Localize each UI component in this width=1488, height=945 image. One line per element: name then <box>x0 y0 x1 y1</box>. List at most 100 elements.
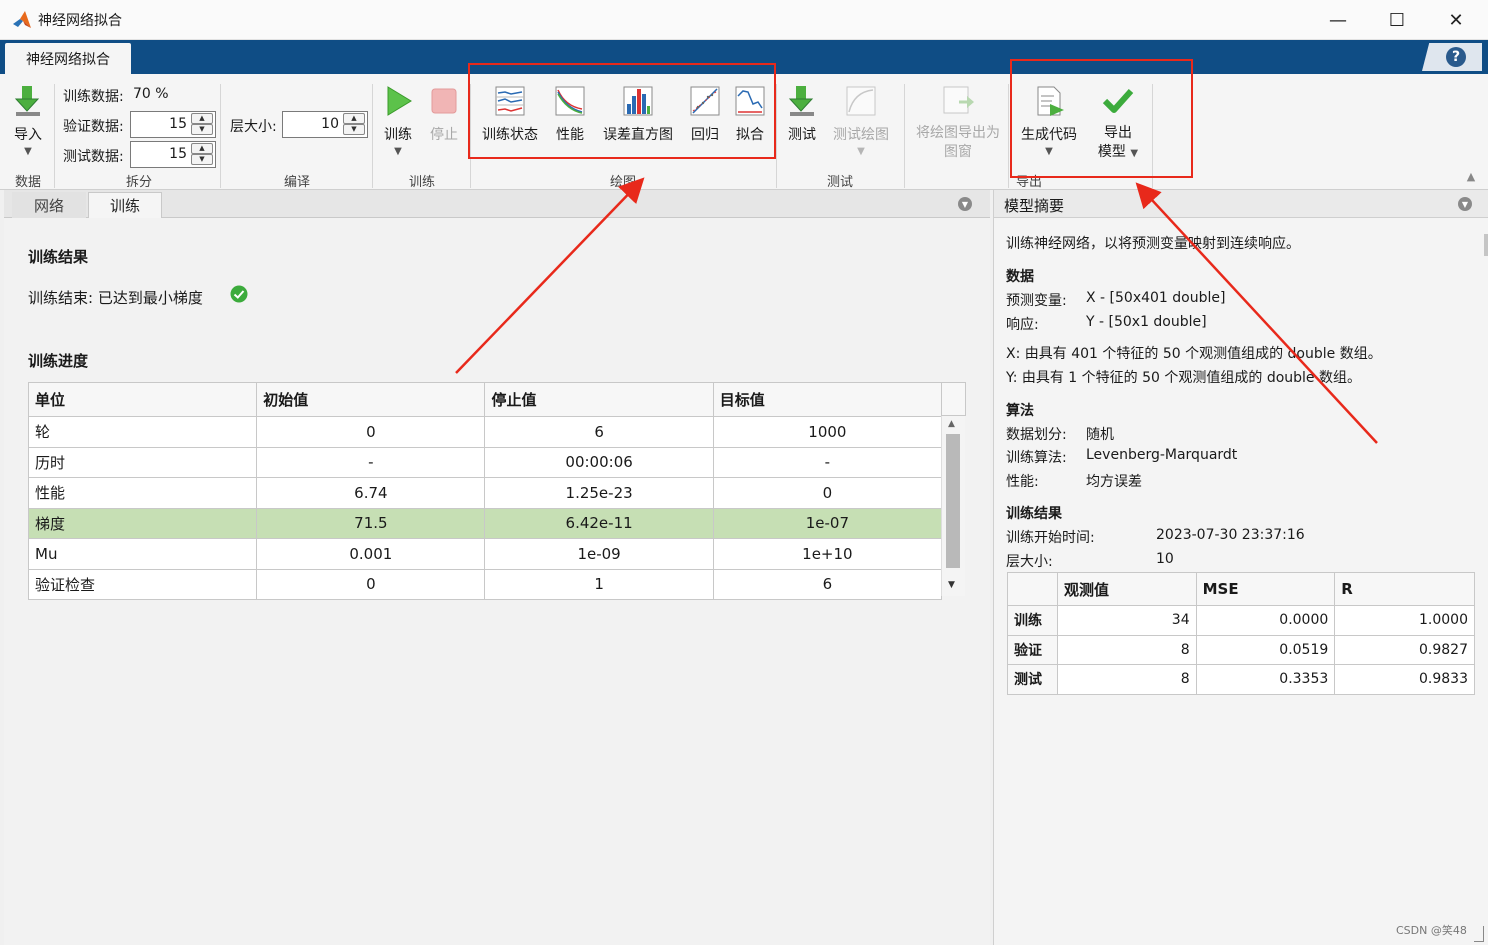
test-label: 测试 <box>788 127 816 143</box>
train-button[interactable]: 训练 ▼ <box>381 84 415 157</box>
divider <box>54 84 55 188</box>
test-plot-label: 测试绘图 <box>833 127 889 143</box>
table-cell: 轮 <box>27 416 258 448</box>
table-header-filler <box>942 382 966 416</box>
column-header: 初始值 <box>256 382 486 417</box>
row-header: 训练 <box>1007 605 1058 636</box>
divider <box>904 84 905 188</box>
row-header: 验证 <box>1007 634 1058 665</box>
predictor-value: X - [50x401 double] <box>1086 290 1226 306</box>
table-cell: 验证检查 <box>27 568 258 600</box>
resize-grip-icon[interactable] <box>1474 926 1484 942</box>
results-section-title: 训练结果 <box>1006 506 1062 522</box>
table-cell: 0 <box>256 568 486 600</box>
group-label-data: 数据 <box>14 175 41 190</box>
layer-size-label: 层大小: <box>230 119 277 135</box>
column-header: R <box>1334 572 1475 606</box>
stop-button[interactable]: 停止 <box>428 84 460 144</box>
table-row: 训练 34 0.0000 1.0000 <box>1007 605 1475 636</box>
title-bar: 神经网络拟合 — ☐ ✕ <box>0 0 1488 40</box>
layer-size-label: 层大小: <box>1006 554 1053 570</box>
table-cell: 1000 <box>712 416 943 448</box>
layer-size-value: 10 <box>321 116 339 132</box>
train-label: 训练 <box>384 127 412 143</box>
test-data-label: 测试数据: <box>63 149 124 165</box>
scroll-down-icon[interactable]: ▼ <box>948 580 955 590</box>
group-label-train: 训练 <box>408 175 435 190</box>
tab-network[interactable]: 网络 <box>12 192 86 218</box>
training-progress-table: 单位 初始值 停止值 目标值 轮 0 6 1000 历时 - 00:00:06 … <box>27 382 943 600</box>
stop-label: 停止 <box>430 127 458 143</box>
export-plot-to-figure-button[interactable]: 将绘图导出为 图窗 <box>912 84 1004 161</box>
panel-menu-icon[interactable]: ▼ <box>958 197 972 211</box>
divider <box>372 84 373 188</box>
table-cell: 0 <box>256 416 486 448</box>
table-cell: - <box>256 446 486 478</box>
layer-size-stepper[interactable]: 10 ▲ ▼ <box>282 111 368 138</box>
table-cell: 性能 <box>27 477 258 509</box>
layer-size-value: 10 <box>1156 551 1174 567</box>
panel-header: 模型摘要 ▼ <box>994 190 1488 218</box>
import-button[interactable]: 导入 ▼ <box>10 84 46 157</box>
table-cell: 0.3353 <box>1195 664 1336 695</box>
success-check-icon <box>230 285 248 303</box>
window-title: 神经网络拟合 <box>38 13 122 29</box>
table-cell: 0 <box>712 477 943 509</box>
spin-down-icon[interactable]: ▼ <box>191 124 213 135</box>
performance-label: 性能: <box>1006 474 1039 490</box>
performance-value: 均方误差 <box>1086 474 1142 490</box>
training-results-title: 训练结果 <box>28 248 89 266</box>
group-label-compile: 编译 <box>283 175 310 190</box>
table-row: Mu 0.001 1e-09 1e+10 <box>27 538 943 570</box>
table-cell: 6.74 <box>256 477 486 509</box>
spin-down-icon[interactable]: ▼ <box>343 124 365 135</box>
table-cell: 6 <box>712 568 943 600</box>
algorithm-section-title: 算法 <box>1006 403 1034 419</box>
column-header: 目标值 <box>712 382 943 417</box>
spin-up-icon[interactable]: ▲ <box>343 113 365 124</box>
collapse-ribbon-icon[interactable]: ▲ <box>1464 170 1478 184</box>
tab-training[interactable]: 训练 <box>88 192 162 218</box>
validation-data-stepper[interactable]: 15 ▲ ▼ <box>130 111 216 138</box>
tab-neural-network-fitting[interactable]: 神经网络拟合 <box>5 43 131 74</box>
column-header: 停止值 <box>484 382 714 417</box>
training-algorithm-label: 训练算法: <box>1006 450 1067 466</box>
x-description: X: 由具有 401 个特征的 50 个观测值组成的 double 数组。 <box>1006 346 1382 362</box>
table-scrollbar[interactable]: ▲ ▼ <box>941 416 965 596</box>
scroll-thumb[interactable] <box>946 434 960 568</box>
table-cell: 梯度 <box>27 507 258 539</box>
model-summary-panel: 模型摘要 ▼ 训练神经网络，以将预测变量映射到连续响应。 数据 预测变量: X … <box>993 190 1488 945</box>
spin-up-icon[interactable]: ▲ <box>191 143 213 154</box>
test-data-value: 15 <box>169 146 187 162</box>
table-cell: 1.0000 <box>1334 605 1475 636</box>
test-plot-button[interactable]: 测试绘图 ▼ <box>830 84 892 157</box>
validation-data-label: 验证数据: <box>63 119 124 135</box>
summary-intro: 训练神经网络，以将预测变量映射到连续响应。 <box>1006 236 1300 252</box>
summary-table: 观测值 MSE R 训练 34 0.0000 1.0000 验证 8 0.051… <box>1007 572 1475 695</box>
train-data-value: 70 % <box>133 86 169 102</box>
training-results-text: 训练结束: 已达到最小梯度 <box>28 289 203 307</box>
model-summary-title: 模型摘要 <box>1004 197 1065 215</box>
minimize-button[interactable]: — <box>1308 0 1368 40</box>
division-value: 随机 <box>1086 427 1114 443</box>
test-button[interactable]: 测试 <box>786 84 818 144</box>
y-description: Y: 由具有 1 个特征的 50 个观测值组成的 double 数组。 <box>1006 370 1361 386</box>
spin-up-icon[interactable]: ▲ <box>191 113 213 124</box>
divider <box>776 84 777 188</box>
scroll-up-icon[interactable]: ▲ <box>948 419 955 429</box>
table-row: 历时 - 00:00:06 - <box>27 446 943 478</box>
table-row-highlighted: 梯度 71.5 6.42e-11 1e-07 <box>27 507 943 539</box>
help-button[interactable]: ? <box>1422 43 1482 71</box>
table-cell: - <box>712 446 943 478</box>
table-cell: 0.9827 <box>1334 634 1475 665</box>
spin-down-icon[interactable]: ▼ <box>191 154 213 165</box>
table-row: 验证 8 0.0519 0.9827 <box>1007 634 1475 665</box>
panel-menu-icon[interactable]: ▼ <box>1458 197 1472 211</box>
train-data-label: 训练数据: <box>63 89 124 105</box>
table-cell: 0.0519 <box>1195 634 1336 665</box>
table-cell: 6 <box>484 416 714 448</box>
close-button[interactable]: ✕ <box>1426 0 1486 40</box>
maximize-button[interactable]: ☐ <box>1367 0 1427 40</box>
test-data-stepper[interactable]: 15 ▲ ▼ <box>130 141 216 168</box>
panel-scroll-indicator[interactable] <box>1484 234 1488 256</box>
